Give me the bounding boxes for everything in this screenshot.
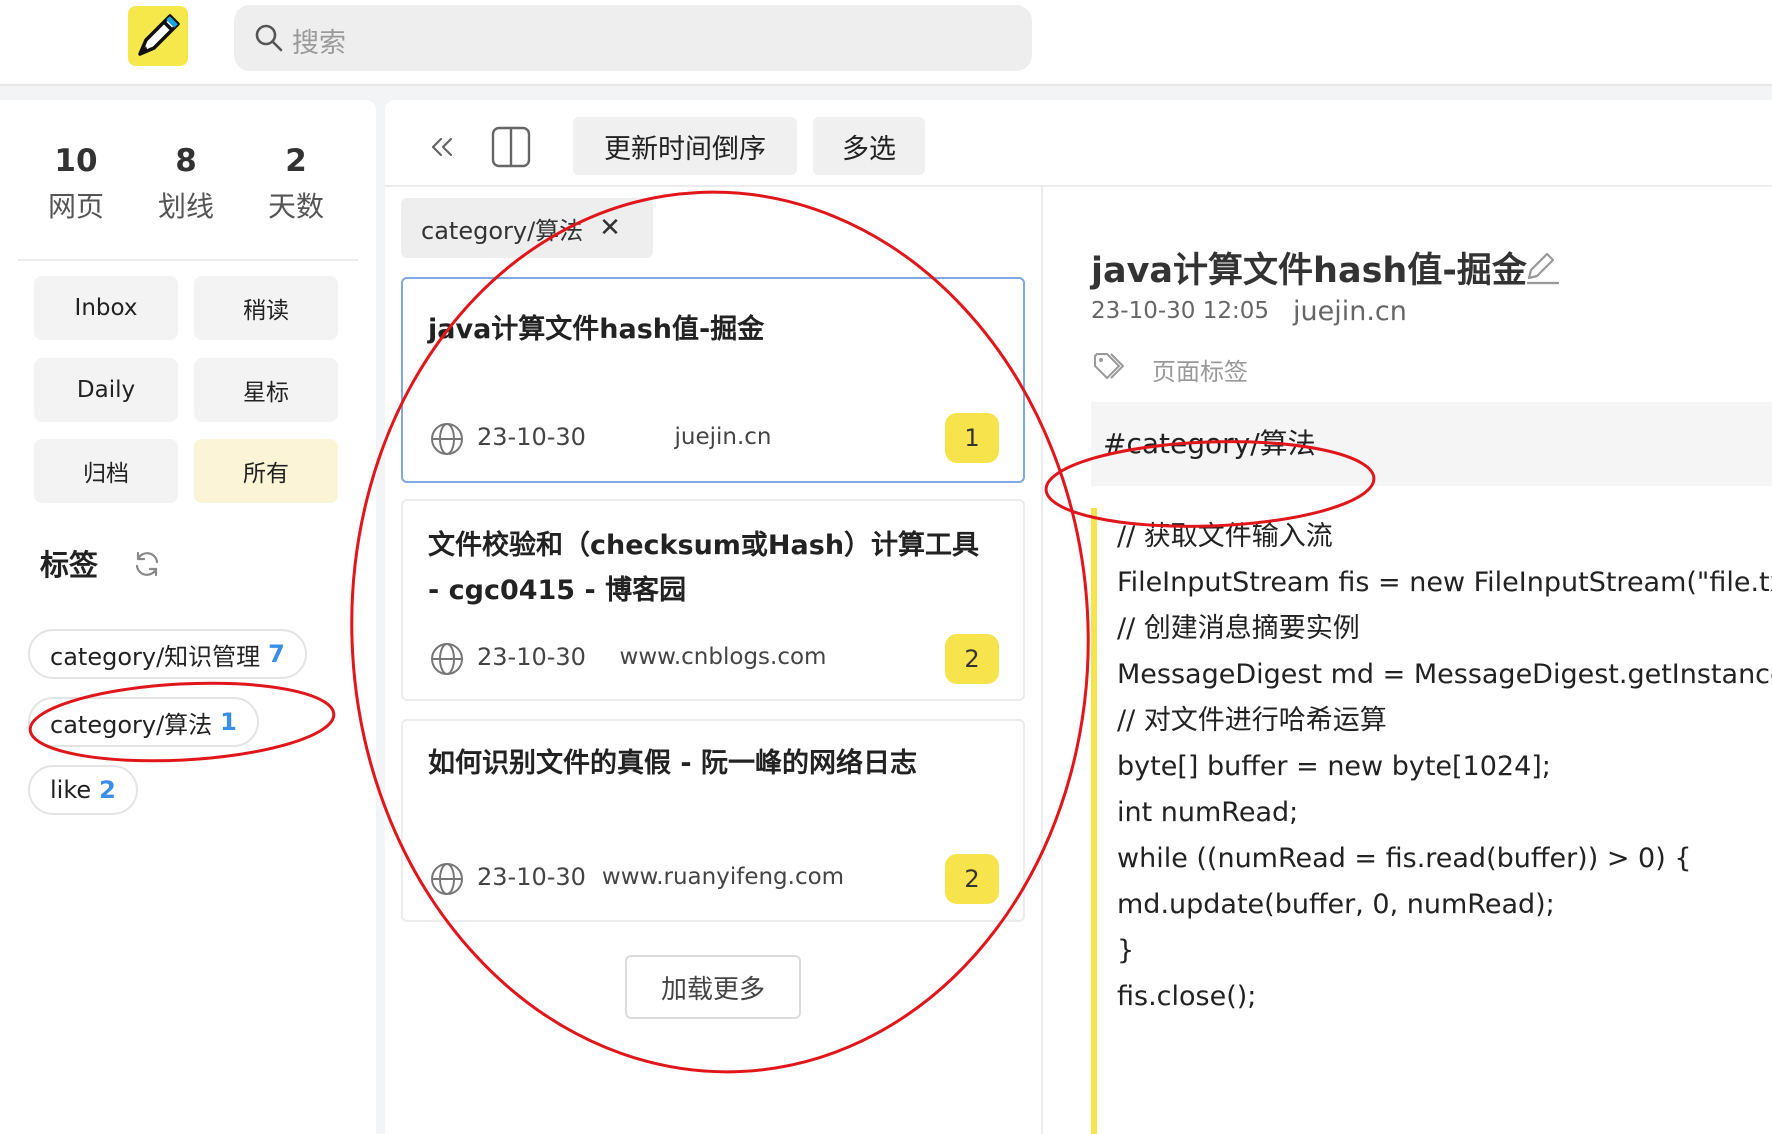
code-line: } — [1117, 935, 1135, 966]
code-line: int numRead; — [1117, 797, 1299, 828]
tag-pill-count: 7 — [268, 640, 285, 668]
active-filter-chip[interactable]: category/算法 ✕ — [401, 198, 653, 258]
card-date: 23-10-30 — [477, 423, 586, 451]
detail-site[interactable]: juejin.cn — [1293, 296, 1407, 327]
stat-highlights-label: 划线 — [157, 190, 214, 223]
multi-select-button[interactable]: 多选 — [813, 117, 925, 175]
page-tag-box[interactable]: #category/算法 — [1091, 402, 1772, 486]
article-card[interactable]: 如何识别文件的真假 - 阮一峰的网络日志 23-10-30 www.ruanyi… — [401, 719, 1025, 922]
page-tag-text: #category/算法 — [1103, 427, 1316, 460]
stat-pages-label: 网页 — [47, 190, 104, 223]
highlight-count-badge: 1 — [945, 413, 999, 463]
refresh-icon[interactable] — [132, 549, 162, 579]
code-line: // 获取文件输入流 — [1117, 521, 1333, 552]
stat-highlights: 8 划线 — [136, 140, 236, 228]
tag-pill-knowledge[interactable]: category/知识管理 7 — [28, 629, 307, 679]
detail-date: 23-10-30 12:05 — [1091, 298, 1269, 324]
stat-days: 2 天数 — [246, 140, 346, 228]
tag-pill-like[interactable]: like 2 — [28, 765, 138, 815]
article-card[interactable]: 文件校验和（checksum或Hash）计算工具 - cgc0415 - 博客园… — [401, 499, 1025, 701]
top-bar: 搜索 — [0, 0, 1772, 86]
code-line: FileInputStream fis = new FileInputStrea… — [1117, 567, 1772, 598]
main-panel: 更新时间倒序 多选 category/算法 ✕ java计算文件hash值-掘金… — [385, 100, 1772, 1134]
nav-inbox[interactable]: Inbox — [34, 276, 178, 340]
tags-heading: 标签 — [40, 548, 99, 582]
card-title: 文件校验和（checksum或Hash）计算工具 - cgc0415 - 博客园 — [428, 530, 980, 606]
collapse-sidebar-icon[interactable] — [427, 132, 457, 162]
stat-days-count: 2 — [285, 143, 307, 179]
code-line: // 对文件进行哈希运算 — [1117, 705, 1387, 736]
highlight-block: // 获取文件输入流 FileInputStream fis = new Fil… — [1091, 508, 1772, 1134]
tag-pill-name: category/算法 — [50, 710, 213, 739]
tag-pill-name: category/知识管理 — [50, 642, 261, 671]
globe-icon — [431, 863, 463, 895]
stat-highlights-count: 8 — [175, 143, 197, 179]
edit-pencil-icon[interactable] — [1523, 250, 1563, 286]
nav-read-later[interactable]: 稍读 — [194, 276, 338, 340]
sort-button[interactable]: 更新时间倒序 — [573, 117, 797, 175]
globe-icon — [431, 643, 463, 675]
article-card[interactable]: java计算文件hash值-掘金 23-10-30 juejin.cn 1 — [401, 277, 1025, 483]
card-site: www.ruanyifeng.com — [601, 864, 845, 890]
code-line: byte[] buffer = new byte[1024]; — [1117, 751, 1551, 782]
nav-starred[interactable]: 星标 — [194, 358, 338, 422]
card-date: 23-10-30 — [477, 863, 586, 891]
code-line: // 创建消息摘要实例 — [1117, 613, 1360, 644]
code-line: md.update(buffer, 0, numRead); — [1117, 889, 1555, 920]
tag-pill-algorithm[interactable]: category/算法 1 — [28, 697, 259, 747]
card-date: 23-10-30 — [477, 643, 586, 671]
globe-icon — [431, 423, 463, 455]
code-line: fis.close(); — [1117, 981, 1257, 1012]
sidebar-divider — [18, 259, 358, 261]
nav-daily[interactable]: Daily — [34, 358, 178, 422]
load-more-button[interactable]: 加载更多 — [625, 955, 801, 1019]
card-site: www.cnblogs.com — [619, 644, 827, 670]
tag-icon — [1094, 353, 1125, 380]
sidebar: 10 网页 8 划线 2 天数 Inbox 稍读 Daily 星标 归档 所有 … — [0, 100, 376, 1134]
card-site: juejin.cn — [674, 424, 772, 450]
detail-title: java计算文件hash值-掘金 — [1091, 251, 1527, 291]
card-title: java计算文件hash值-掘金 — [428, 314, 765, 345]
highlight-count-badge: 2 — [945, 854, 999, 904]
column-divider — [1041, 187, 1043, 1134]
stat-pages-count: 10 — [54, 143, 98, 179]
nav-archive[interactable]: 归档 — [34, 439, 178, 503]
nav-all[interactable]: 所有 — [194, 439, 338, 503]
tag-pill-count: 1 — [220, 708, 237, 736]
split-view-icon[interactable] — [491, 126, 531, 168]
tag-pill-count: 2 — [99, 776, 116, 804]
search-input[interactable]: 搜索 — [234, 5, 1032, 71]
filter-label: category/算法 — [421, 216, 584, 245]
toolbar-divider — [385, 185, 1772, 187]
search-icon — [255, 24, 283, 52]
highlight-count-badge: 2 — [945, 634, 999, 684]
code-line: MessageDigest md = MessageDigest.getInst… — [1117, 659, 1772, 690]
tag-pill-name: like — [50, 776, 92, 804]
stat-pages: 10 网页 — [26, 140, 126, 228]
app-logo-pen-icon[interactable] — [128, 6, 188, 66]
search-placeholder: 搜索 — [292, 28, 346, 59]
close-icon[interactable]: ✕ — [599, 213, 621, 243]
stat-days-label: 天数 — [267, 190, 324, 223]
code-line: while ((numRead = fis.read(buffer)) > 0)… — [1117, 843, 1692, 874]
card-title: 如何识别文件的真假 - 阮一峰的网络日志 — [428, 748, 918, 779]
page-tags-label[interactable]: 页面标签 — [1152, 352, 1248, 387]
